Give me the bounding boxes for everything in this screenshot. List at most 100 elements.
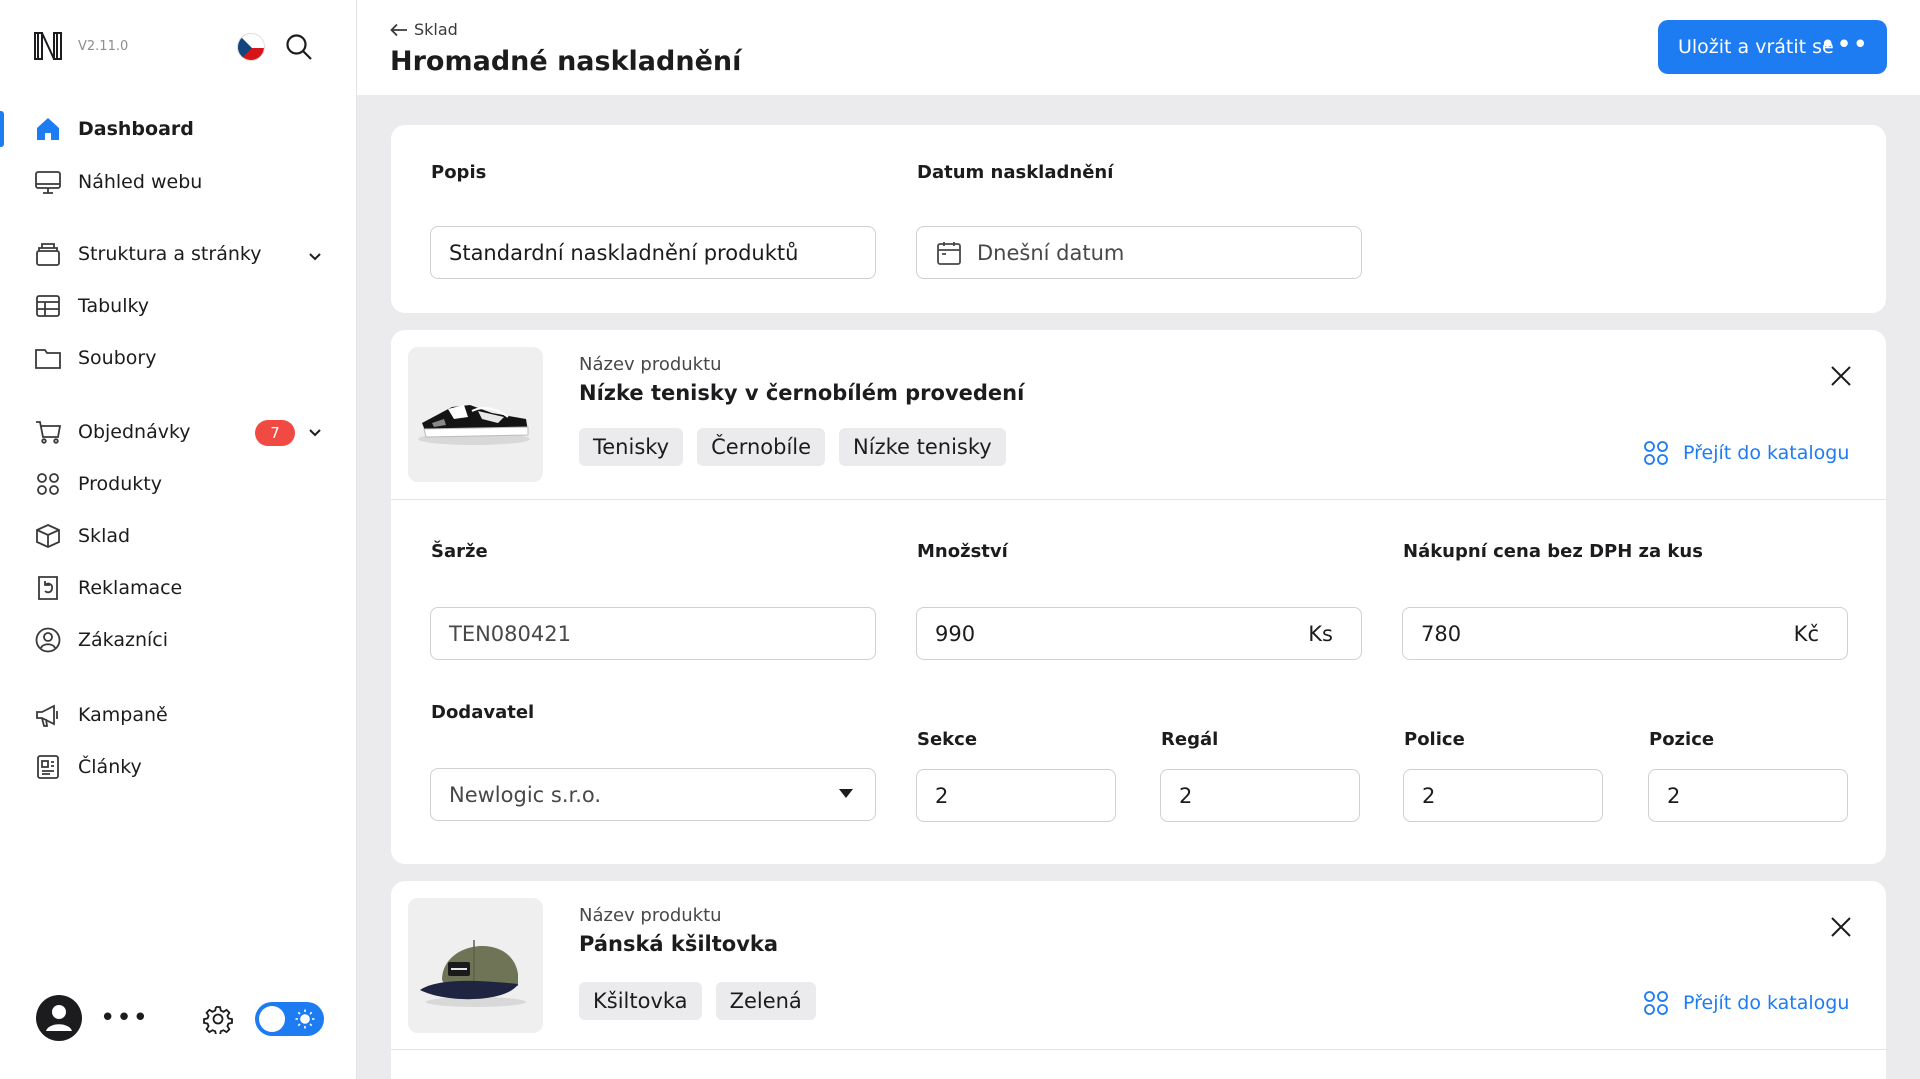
catalog-link-label: Přejít do katalogu — [1683, 442, 1850, 464]
batch-input[interactable]: TEN080421 — [430, 607, 876, 660]
user-menu-more-button[interactable]: ••• — [100, 1005, 149, 1031]
breadcrumb[interactable]: Sklad — [390, 20, 458, 39]
sidebar-item-tabulky[interactable]: Tabulky — [0, 284, 356, 328]
czech-flag-icon[interactable] — [237, 33, 265, 61]
product-image-cap — [408, 898, 543, 1033]
go-to-catalog-link[interactable]: Přejít do katalogu — [1643, 440, 1849, 466]
brand: V2.11.0 — [32, 30, 128, 62]
position-input[interactable]: 2 — [1648, 769, 1848, 822]
quantity-input[interactable]: 990 Ks — [916, 607, 1362, 660]
date-input[interactable]: Dnešní datum — [916, 226, 1362, 279]
close-icon[interactable] — [1826, 912, 1856, 942]
sun-icon — [295, 1009, 315, 1029]
gear-icon[interactable] — [203, 1004, 233, 1034]
product-tag[interactable]: Kšiltovka — [579, 982, 702, 1020]
grid-icon — [1644, 441, 1668, 465]
sidebar: V2.11.0 Dashboard Náhled webu Struktura … — [0, 0, 357, 1079]
description-input[interactable]: Standardní naskladnění produktů — [430, 226, 876, 279]
cart-icon — [34, 418, 62, 446]
date-placeholder: Dnešní datum — [977, 240, 1125, 265]
article-icon — [34, 753, 62, 781]
price-input[interactable]: 780 Kč — [1402, 607, 1848, 660]
supplier-label: Dodavatel — [431, 702, 535, 723]
sidebar-item-label: Zákazníci — [78, 629, 168, 651]
section-input[interactable]: 2 — [916, 769, 1116, 822]
quantity-unit: Ks — [1308, 621, 1333, 646]
general-info-card: Popis Standardní naskladnění produktů Da… — [391, 125, 1886, 313]
product-tag[interactable]: Tenisky — [579, 428, 684, 466]
price-unit: Kč — [1793, 621, 1819, 646]
sidebar-item-label: Soubory — [78, 347, 157, 369]
save-button-label: Uložit a vrátit se — [1678, 36, 1834, 58]
page-title: Hromadné naskladnění — [390, 46, 742, 77]
product-name: Nízke tenisky v černobílém provedení — [579, 381, 1025, 405]
sidebar-item-label: Struktura a stránky — [78, 243, 262, 265]
sidebar-item-objednavky[interactable]: Objednávky — [0, 410, 356, 454]
shelf-input[interactable]: 2 — [1403, 769, 1603, 822]
shelf-label: Police — [1404, 729, 1465, 750]
supplier-value: Newlogic s.r.o. — [449, 782, 602, 807]
avatar[interactable] — [36, 995, 82, 1041]
catalog-link-label: Přejít do katalogu — [1683, 992, 1850, 1014]
user-circle-icon — [34, 626, 62, 654]
more-options-icon[interactable]: ••• — [1820, 32, 1869, 58]
divider — [391, 1049, 1886, 1050]
sidebar-item-label: Náhled webu — [78, 171, 203, 193]
sidebar-item-soubory[interactable]: Soubory — [0, 336, 356, 380]
sidebar-item-produkty[interactable]: Produkty — [0, 462, 356, 506]
quantity-label: Množství — [917, 541, 1008, 562]
table-icon — [34, 292, 62, 320]
product-tags: Tenisky Černobíle Nízke tenisky — [579, 428, 1006, 466]
price-label: Nákupní cena bez DPH za kus — [1403, 541, 1703, 562]
grid-icon — [34, 470, 62, 498]
batch-label: Šarže — [431, 541, 488, 562]
section-label: Sekce — [917, 729, 978, 750]
sidebar-item-reklamace[interactable]: Reklamace — [0, 566, 356, 610]
product-tag[interactable]: Černobíle — [697, 428, 826, 466]
sidebar-item-struktura[interactable]: Struktura a stránky — [0, 232, 356, 276]
rack-value: 2 — [1179, 783, 1193, 808]
divider — [391, 499, 1886, 500]
sidebar-item-sklad[interactable]: Sklad — [0, 514, 356, 558]
close-icon[interactable] — [1826, 361, 1856, 391]
chevron-down-icon[interactable] — [306, 247, 324, 265]
rack-input[interactable]: 2 — [1160, 769, 1360, 822]
quantity-value: 990 — [935, 621, 976, 646]
chevron-down-icon[interactable] — [306, 423, 324, 441]
product-card: Název produktu Pánská kšiltovka Kšiltovk… — [391, 881, 1886, 1079]
date-label: Datum naskladnění — [917, 162, 1114, 183]
toggle-knob — [259, 1006, 285, 1032]
supplier-select[interactable]: Newlogic s.r.o. — [430, 768, 876, 821]
calendar-icon — [937, 241, 961, 265]
product-name: Pánská kšiltovka — [579, 932, 779, 956]
rack-label: Regál — [1161, 729, 1219, 750]
product-tag[interactable]: Zelená — [715, 982, 816, 1020]
position-value: 2 — [1667, 783, 1681, 808]
section-value: 2 — [935, 783, 949, 808]
monitor-icon — [34, 168, 62, 196]
box-icon — [34, 522, 62, 550]
sidebar-item-label: Produkty — [78, 473, 162, 495]
batch-value: TEN080421 — [449, 621, 571, 646]
product-tag[interactable]: Nízke tenisky — [839, 428, 1006, 466]
save-and-return-button[interactable]: Uložit a vrátit se ••• — [1658, 20, 1887, 74]
sidebar-item-zakaznici[interactable]: Zákazníci — [0, 618, 356, 662]
sidebar-item-dashboard[interactable]: Dashboard — [0, 107, 356, 151]
go-to-catalog-link[interactable]: Přejít do katalogu — [1643, 990, 1849, 1016]
sidebar-item-label: Tabulky — [78, 295, 150, 317]
sidebar-item-clanky[interactable]: Články — [0, 745, 356, 789]
layers-icon — [34, 240, 62, 268]
search-icon[interactable] — [284, 32, 314, 62]
sidebar-item-kampane[interactable]: Kampaně — [0, 693, 356, 737]
description-label: Popis — [431, 162, 487, 183]
breadcrumb-label: Sklad — [414, 20, 458, 39]
orders-count-badge: 7 — [255, 420, 295, 446]
logo-icon[interactable] — [32, 30, 64, 62]
caret-down-icon — [839, 789, 853, 798]
theme-toggle[interactable] — [255, 1002, 324, 1036]
return-icon — [34, 574, 62, 602]
description-value: Standardní naskladnění produktů — [449, 240, 799, 265]
product-name-label: Název produktu — [579, 354, 722, 375]
page-header: Sklad Hromadné naskladnění Uložit a vrát… — [357, 0, 1920, 95]
sidebar-item-nahled-webu[interactable]: Náhled webu — [0, 160, 356, 204]
